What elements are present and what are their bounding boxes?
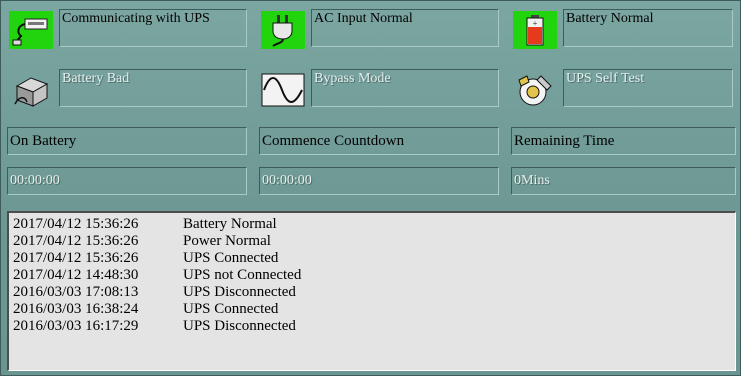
log-entry[interactable]: 2016/03/03 16:38:24 UPS Connected <box>13 301 731 318</box>
log-entry-event: UPS Disconnected <box>183 284 296 300</box>
log-entry-time: 2016/03/03 17:08:13 <box>13 284 139 300</box>
log-entry[interactable]: 2017/04/12 15:36:26 UPS Connected <box>13 250 731 267</box>
on-battery-label: On Battery <box>7 127 247 155</box>
status-label-ac-input: AC Input Normal <box>311 9 499 47</box>
status-label-communicating: Communicating with UPS <box>59 9 247 47</box>
status-self-test: UPS Self Test <box>511 67 737 111</box>
communication-cable-icon <box>9 11 53 49</box>
status-battery-bad: Battery Bad <box>7 67 253 111</box>
commence-countdown-label: Commence Countdown <box>259 127 499 155</box>
log-entry-time: 2016/03/03 16:17:29 <box>13 318 139 334</box>
log-entry-event: UPS not Connected <box>183 267 302 283</box>
bad-battery-box-icon <box>9 71 53 109</box>
on-battery-value: 00:00:00 <box>7 167 247 195</box>
status-label-battery-bad: Battery Bad <box>59 69 247 107</box>
log-entry-time: 2017/04/12 15:36:26 <box>13 216 139 232</box>
status-label-battery-normal: Battery Normal <box>563 9 733 47</box>
ups-monitor-panel: Communicating with UPS AC Input Normal +… <box>0 0 741 376</box>
log-entry-event: UPS Disconnected <box>183 318 296 334</box>
status-battery-normal: + Battery Normal <box>511 7 737 51</box>
status-ac-input: AC Input Normal <box>259 7 505 51</box>
status-communicating: Communicating with UPS <box>7 7 253 51</box>
log-entry[interactable]: 2016/03/03 16:17:29 UPS Disconnected <box>13 318 731 335</box>
event-log-list[interactable]: 2017/04/12 15:36:26 Battery Normal 2017/0… <box>7 211 736 371</box>
log-entry-time: 2016/03/03 16:38:24 <box>13 301 139 317</box>
svg-text:+: + <box>533 19 538 28</box>
status-label-self-test: UPS Self Test <box>563 69 733 107</box>
log-entry[interactable]: 2017/04/12 14:48:30 UPS not Connected <box>13 267 731 284</box>
remaining-time-label: Remaining Time <box>511 127 736 155</box>
status-bypass-mode: Bypass Mode <box>259 67 505 111</box>
log-entry-event: UPS Connected <box>183 250 279 266</box>
battery-icon: + <box>513 11 557 49</box>
log-entry-time: 2017/04/12 15:36:26 <box>13 233 139 249</box>
sine-wave-icon <box>261 71 305 109</box>
log-entry-event: Battery Normal <box>183 216 277 232</box>
status-label-bypass-mode: Bypass Mode <box>311 69 499 107</box>
commence-countdown-value: 00:00:00 <box>259 167 499 195</box>
log-entry-time: 2017/04/12 15:36:26 <box>13 250 139 266</box>
log-entry[interactable]: 2017/04/12 15:36:26 Power Normal <box>13 233 731 250</box>
log-entry[interactable]: 2016/03/03 17:08:13 UPS Disconnected <box>13 284 731 301</box>
remaining-time-value: 0Mins <box>511 167 736 195</box>
log-entry-event: UPS Connected <box>183 301 279 317</box>
log-entry[interactable]: 2017/04/12 15:36:26 Battery Normal <box>13 216 731 233</box>
log-entry-event: Power Normal <box>183 233 271 249</box>
self-test-tools-icon <box>513 71 557 109</box>
log-entry-time: 2017/04/12 14:48:30 <box>13 267 139 283</box>
ac-plug-icon <box>261 11 305 49</box>
